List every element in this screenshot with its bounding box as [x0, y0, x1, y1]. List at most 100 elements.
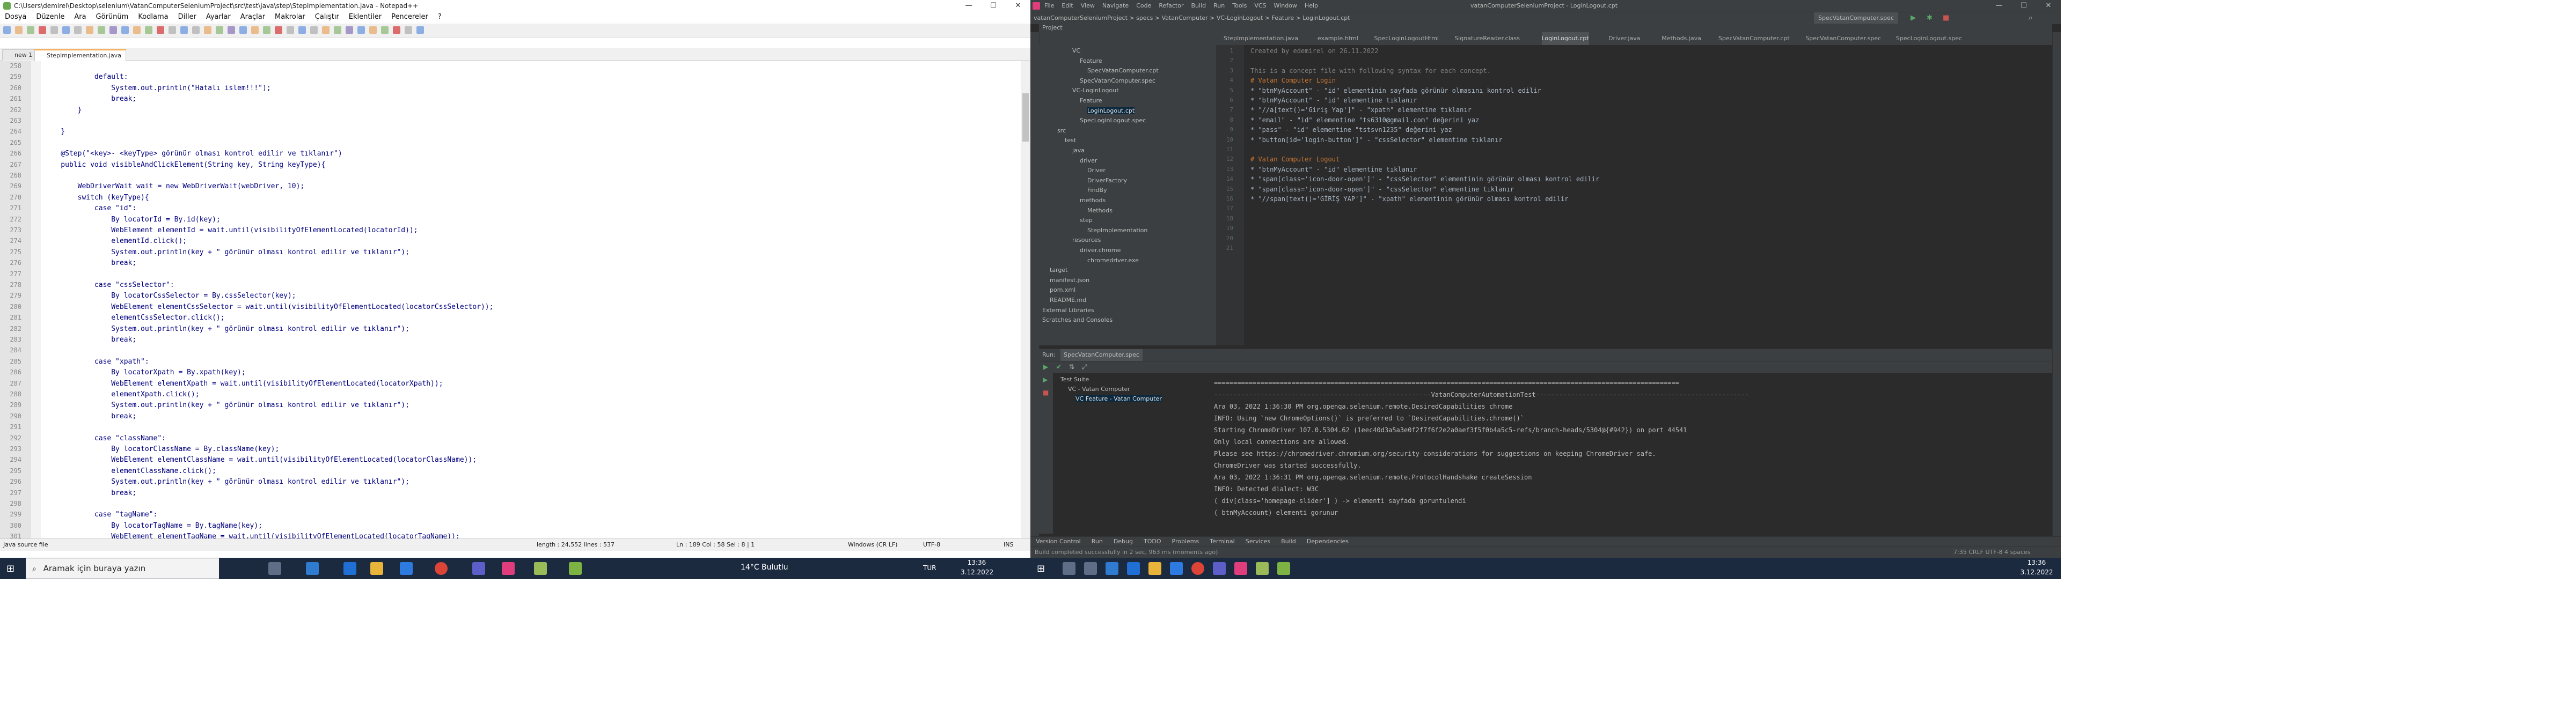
- taskbar-search[interactable]: ⌕ Aramak için buraya yazın: [26, 558, 219, 579]
- chrome-icon[interactable]: [1191, 562, 1204, 575]
- toolbar-button-icon[interactable]: [357, 26, 365, 34]
- project-tree-item[interactable]: driver.chrome: [1080, 247, 1121, 254]
- project-tree-item[interactable]: VC-LoginLogout: [1072, 87, 1119, 94]
- toolbar-button-icon[interactable]: [369, 26, 377, 34]
- tool-window-tab[interactable]: Build: [1281, 538, 1296, 545]
- project-tree-item[interactable]: java: [1072, 147, 1085, 154]
- project-tree-item[interactable]: Scratches and Consoles: [1042, 316, 1113, 323]
- run-tab[interactable]: SpecVatanComputer.spec: [1060, 349, 1143, 361]
- toolbar-button-icon[interactable]: [251, 26, 259, 34]
- menu-item[interactable]: Navigate: [1102, 2, 1129, 9]
- menu-item[interactable]: Build: [1191, 2, 1206, 9]
- menu-item[interactable]: Kodlama: [138, 13, 168, 21]
- toolbar-button-icon[interactable]: [15, 26, 23, 34]
- toolbar-button-icon[interactable]: [275, 26, 282, 34]
- expand-icon[interactable]: ⤢: [1082, 363, 1087, 371]
- explorer-icon[interactable]: [370, 562, 383, 575]
- menu-item[interactable]: Window: [1274, 2, 1297, 9]
- project-tree-item[interactable]: src: [1057, 127, 1066, 134]
- tool-window-tab[interactable]: Run: [1092, 538, 1103, 545]
- left-tool-strip[interactable]: [1030, 32, 1040, 536]
- project-tree-item[interactable]: VC: [1072, 47, 1080, 54]
- project-tree-item[interactable]: LoginLogout.cpt: [1087, 107, 1135, 114]
- toolbar-button-icon[interactable]: [74, 26, 82, 34]
- stop-run-icon[interactable]: ■: [1043, 389, 1049, 396]
- minimize-icon[interactable]: —: [956, 0, 981, 12]
- tool-window-tab[interactable]: Terminal: [1210, 538, 1235, 545]
- project-tree-item[interactable]: methods: [1080, 197, 1106, 204]
- menu-item[interactable]: View: [1081, 2, 1095, 9]
- project-tree-item[interactable]: pom.xml: [1050, 286, 1075, 293]
- clock-time[interactable]: 13:36: [961, 559, 993, 566]
- close-icon[interactable]: ✕: [2036, 0, 2061, 12]
- app-icon-2[interactable]: [569, 562, 582, 575]
- editor-tab[interactable]: LoginLogout.cpt: [1541, 32, 1589, 47]
- menu-item[interactable]: Tools: [1232, 2, 1247, 9]
- toolbar-button-icon[interactable]: [109, 26, 117, 34]
- project-tree-item[interactable]: manifest.json: [1050, 277, 1089, 284]
- windows-start-icon[interactable]: ⊞: [1037, 563, 1045, 574]
- project-label[interactable]: Project: [1042, 24, 1063, 31]
- tool-window-tab[interactable]: Services: [1246, 538, 1270, 545]
- toolbar-button-icon[interactable]: [86, 26, 93, 34]
- tool-window-tab[interactable]: Version Control: [1036, 538, 1081, 545]
- toolbar-button-icon[interactable]: [62, 26, 70, 34]
- project-tree-item[interactable]: DriverFactory: [1087, 177, 1127, 184]
- toolbar-button-icon[interactable]: [133, 26, 141, 34]
- tool-window-tab[interactable]: Dependencies: [1307, 538, 1349, 545]
- toolbar-button-icon[interactable]: [334, 26, 341, 34]
- toolbar-button-icon[interactable]: [298, 26, 306, 34]
- explorer-icon[interactable]: [1148, 562, 1161, 575]
- breadcrumb[interactable]: vatanComputerSeleniumProject > specs > V…: [1034, 12, 1350, 24]
- toolbar-button-icon[interactable]: [216, 26, 223, 34]
- project-tree-item[interactable]: README.md: [1050, 297, 1086, 304]
- toolbar-button-icon[interactable]: [263, 26, 270, 34]
- run-config-select[interactable]: SpecVatanComputer.spec: [1814, 12, 1898, 24]
- menu-item[interactable]: Makrolar: [275, 13, 305, 21]
- task-view-icon[interactable]: [1084, 562, 1097, 575]
- edge-icon[interactable]: [343, 562, 356, 575]
- tests-passed-icon[interactable]: ✔: [1056, 363, 1062, 371]
- editor-tab[interactable]: SpecLoginLogoutHtml: [1374, 32, 1439, 45]
- notepadpp-icon[interactable]: [534, 562, 547, 575]
- code-editor[interactable]: 258 259 260 261 262 263 264 265 266 267 268 269 270 2…: [0, 61, 1030, 541]
- test-tree-item[interactable]: VC - Vatan Computer: [1068, 386, 1130, 393]
- project-tree-item[interactable]: target: [1050, 267, 1067, 274]
- toolbar-button-icon[interactable]: [204, 26, 211, 34]
- editor-tab[interactable]: SpecVatanComputer.cpt: [1718, 32, 1790, 45]
- toolbar-button-icon[interactable]: [310, 26, 318, 34]
- editor-tab[interactable]: SpecLoginLogout.spec: [1896, 32, 1962, 45]
- menu-item[interactable]: Ara: [74, 13, 86, 21]
- toolbar-button-icon[interactable]: [416, 26, 424, 34]
- menu-item[interactable]: ?: [438, 13, 442, 21]
- toolbar-button-icon[interactable]: [287, 26, 294, 34]
- teams-icon[interactable]: [472, 562, 485, 575]
- language-indicator[interactable]: TUR: [923, 564, 936, 572]
- fold-margin[interactable]: [31, 61, 41, 538]
- editor-tab[interactable]: SpecVatanComputer.spec: [1805, 32, 1881, 45]
- tab-stepimplementation[interactable]: StepImplementation.java: [34, 49, 126, 61]
- project-tree-item[interactable]: driver: [1080, 157, 1097, 164]
- toolbar-button-icon[interactable]: [346, 26, 353, 34]
- minimize-icon[interactable]: —: [1987, 0, 2011, 12]
- toolbar-button-icon[interactable]: [393, 26, 400, 34]
- project-tree-item[interactable]: External Libraries: [1042, 307, 1094, 314]
- sort-icon[interactable]: ⇅: [1069, 363, 1074, 371]
- editor-tab[interactable]: Driver.java: [1608, 32, 1640, 45]
- project-tree-item[interactable]: Feature: [1080, 97, 1102, 104]
- project-tree[interactable]: VC Feature SpecVatanComputer.cpt SpecVatanC…: [1039, 45, 1216, 345]
- clock-date[interactable]: 3.12.2022: [961, 568, 993, 576]
- search-everywhere-icon[interactable]: ⌕: [2029, 12, 2032, 24]
- app-icon-1[interactable]: [1106, 562, 1118, 575]
- project-tree-item[interactable]: resources: [1072, 237, 1101, 243]
- toolbar-button-icon[interactable]: [405, 26, 412, 34]
- menu-item[interactable]: Edit: [1062, 2, 1073, 9]
- toolbar-button-icon[interactable]: [98, 26, 105, 34]
- windows-start-icon[interactable]: ⊞: [6, 563, 14, 574]
- menu-item[interactable]: Code: [1136, 2, 1151, 9]
- project-tree-item[interactable]: SpecLoginLogout.spec: [1080, 117, 1146, 124]
- toolbar-button-icon[interactable]: [322, 26, 330, 34]
- build-status[interactable]: Build completed successfully in 2 sec, 9…: [1035, 546, 1218, 558]
- task-view-icon[interactable]: [268, 562, 281, 575]
- menu-item[interactable]: Araçlar: [240, 13, 265, 21]
